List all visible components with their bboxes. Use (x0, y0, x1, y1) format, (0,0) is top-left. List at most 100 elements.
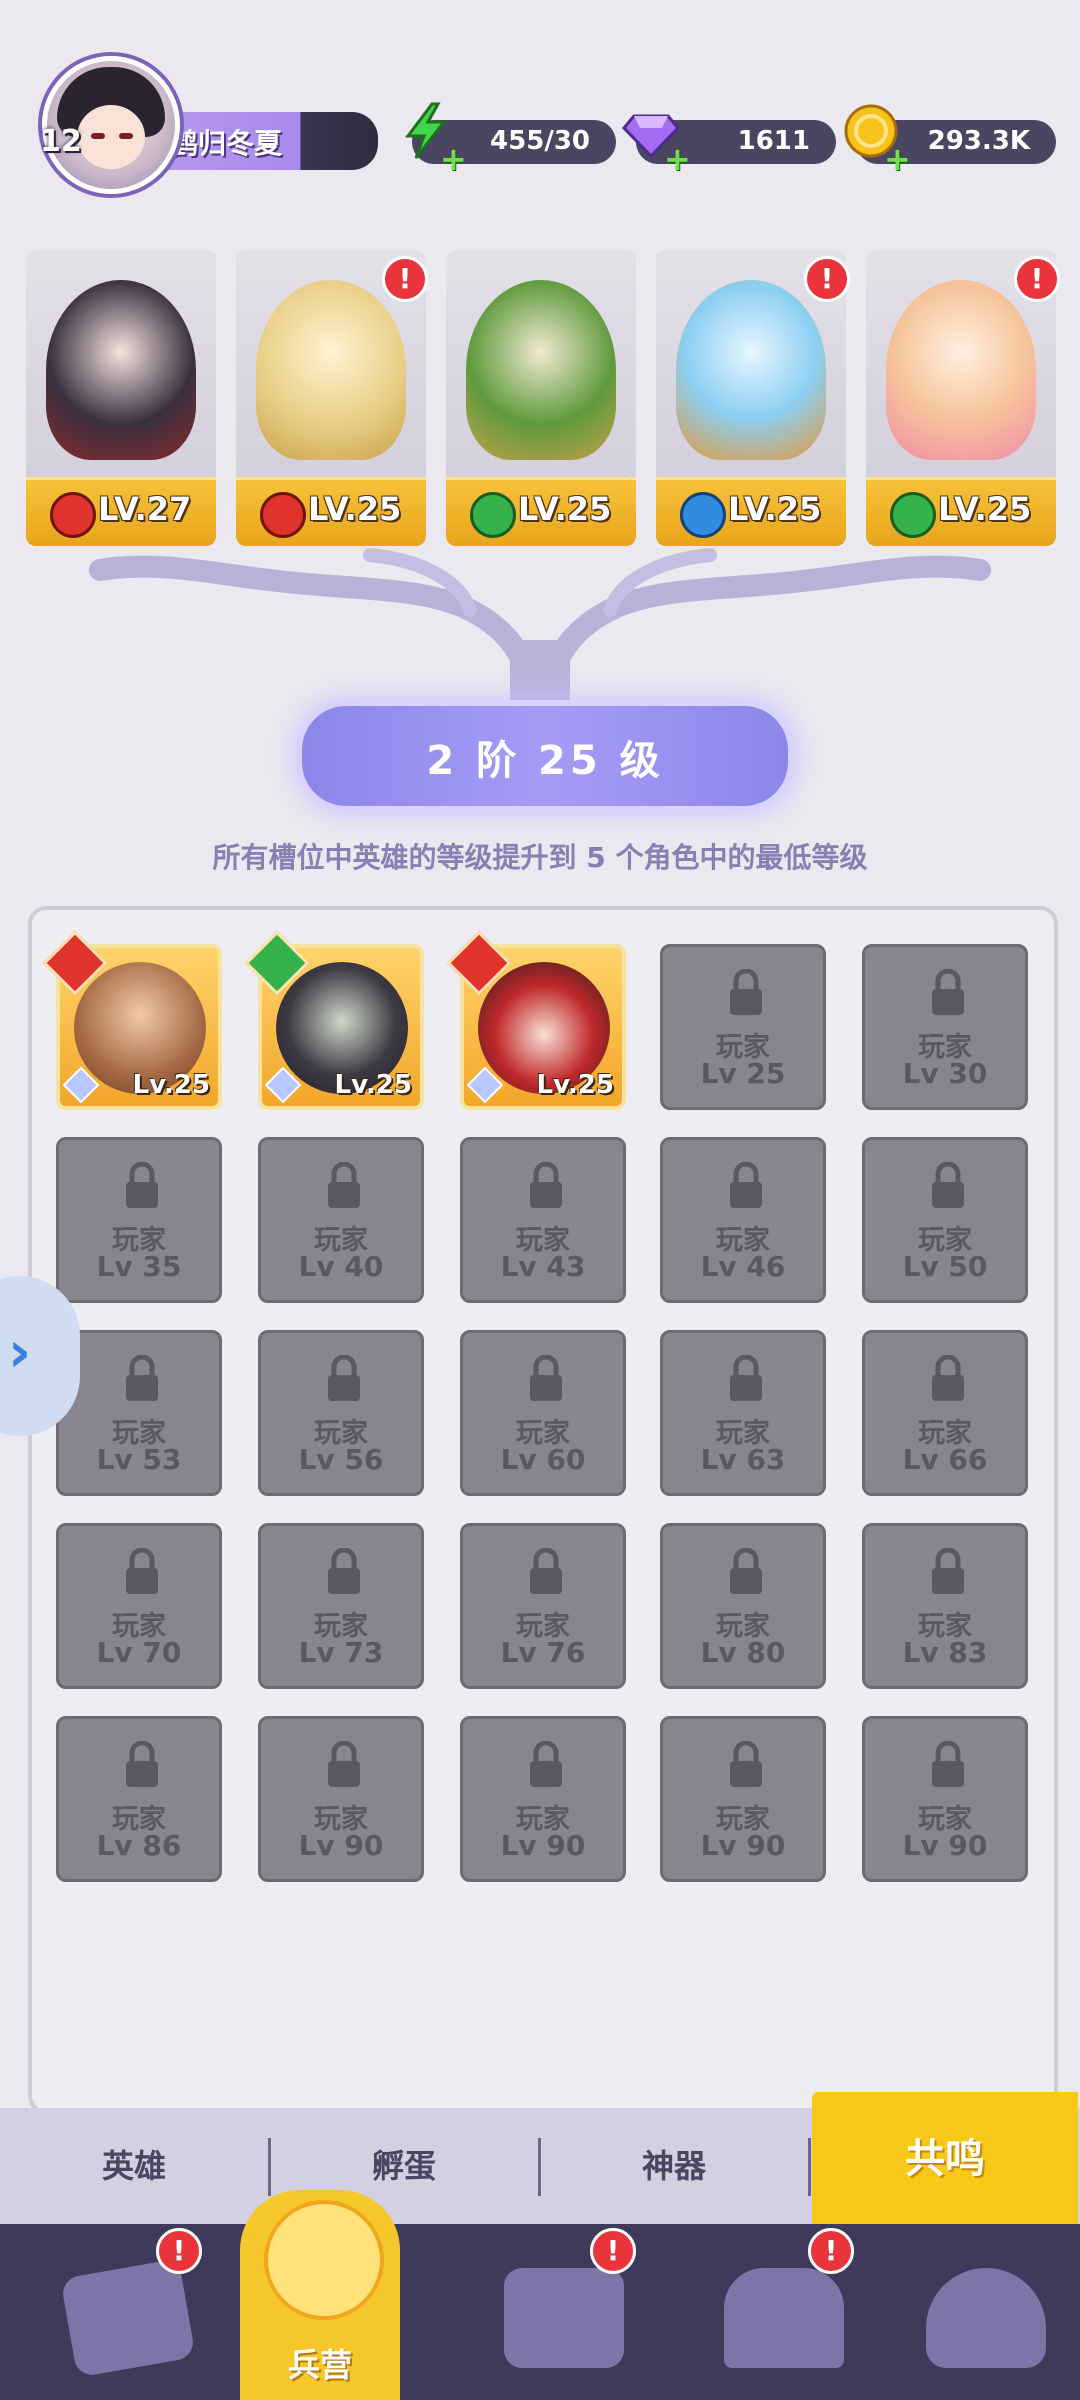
locked-slot[interactable]: 玩家 Lv 76 (460, 1523, 626, 1689)
locked-slot[interactable]: 玩家 Lv 25 (660, 944, 826, 1110)
side-expand-tab[interactable]: › (0, 1276, 80, 1436)
hero-slot[interactable]: Lv.25 (244, 930, 424, 1110)
hero-level: LV.27 (98, 490, 192, 528)
hero-level: LV.25 (308, 490, 402, 528)
hero-level: LV.25 (518, 490, 612, 528)
locked-slot[interactable]: 玩家 Lv 46 (660, 1137, 826, 1303)
nav-mushroom[interactable] (878, 2224, 1080, 2400)
locked-slot[interactable]: 玩家 Lv 63 (660, 1330, 826, 1496)
coins-counter[interactable]: + 293.3K (844, 104, 1056, 178)
locked-slot-level: Lv 25 (700, 1057, 786, 1090)
locked-slot-level: Lv 90 (700, 1829, 786, 1862)
lock-icon (530, 1741, 562, 1787)
nav-temple[interactable] (676, 2224, 892, 2400)
locked-slot[interactable]: 玩家 Lv 73 (258, 1523, 424, 1689)
hero-slot[interactable]: Lv.25 (446, 930, 626, 1110)
gems-value: 1611 (737, 126, 810, 156)
lock-icon (932, 1548, 964, 1594)
lock-icon (126, 1162, 158, 1208)
hero-card[interactable]: LV.25 (446, 250, 636, 546)
lock-icon (730, 969, 762, 1015)
nav-map[interactable] (456, 2224, 672, 2400)
locked-slot[interactable]: 玩家 Lv 60 (460, 1330, 626, 1496)
locked-slot[interactable]: 玩家 Lv 90 (258, 1716, 424, 1882)
map-icon (504, 2268, 624, 2368)
rank-description: 所有槽位中英雄的等级提升到 5 个角色中的最低等级 (212, 841, 868, 874)
hero-portrait (256, 280, 406, 460)
cards-icon (60, 2258, 196, 2378)
lock-icon (932, 1162, 964, 1208)
locked-slot[interactable]: 玩家 Lv 86 (56, 1716, 222, 1882)
locked-slot-level: Lv 76 (500, 1636, 586, 1669)
water-element-icon (680, 492, 726, 538)
locked-slot[interactable]: 玩家 Lv 80 (660, 1523, 826, 1689)
locked-slot[interactable]: 玩家 Lv 56 (258, 1330, 424, 1496)
locked-slot[interactable]: 玩家 Lv 83 (862, 1523, 1028, 1689)
hero-portrait (46, 280, 196, 460)
hero-level-band: LV.25 (446, 477, 636, 546)
hero-level: LV.25 (938, 490, 1032, 528)
tab-divider (808, 2138, 811, 2196)
lock-icon (126, 1548, 158, 1594)
gems-counter[interactable]: + 1611 (622, 114, 836, 178)
energy-counter[interactable]: + 455/30 (405, 102, 616, 178)
barracks-icon (264, 2200, 384, 2320)
fire-element-icon (260, 492, 306, 538)
locked-slot[interactable]: 玩家 Lv 90 (660, 1716, 826, 1882)
locked-slot-level: Lv 90 (500, 1829, 586, 1862)
player-name: 鹤归冬夏 (170, 127, 283, 160)
locked-slot-level: Lv 90 (298, 1829, 384, 1862)
locked-slot-level: Lv 63 (700, 1443, 786, 1476)
lock-icon (730, 1355, 762, 1401)
plus-icon[interactable]: + (884, 140, 911, 178)
alert-icon: ! (156, 2228, 202, 2274)
nav-barracks-label: 兵营 (287, 2346, 352, 2384)
tab-heroes[interactable]: 英雄 (0, 2108, 268, 2224)
lock-icon (530, 1355, 562, 1401)
hero-level-band: LV.27 (26, 477, 216, 546)
locked-slot-level: Lv 86 (96, 1829, 182, 1862)
hero-card[interactable]: LV.27 (26, 250, 216, 546)
locked-slot-level: Lv 73 (298, 1636, 384, 1669)
coins-value: 293.3K (927, 126, 1030, 156)
locked-slot[interactable]: 玩家 Lv 43 (460, 1137, 626, 1303)
hero-slot-level: Lv.25 (132, 1070, 210, 1100)
locked-slot[interactable]: 玩家 Lv 53 (56, 1330, 222, 1496)
locked-slot[interactable]: 玩家 Lv 35 (56, 1137, 222, 1303)
hero-level: LV.25 (728, 490, 822, 528)
hero-level-band: LV.25 (866, 477, 1056, 546)
rank-banner: 2 阶 25 级 (296, 700, 794, 812)
rank-title: 2 阶 25 级 (426, 738, 664, 784)
locked-slot[interactable]: 玩家 Lv 40 (258, 1137, 424, 1303)
locked-slot[interactable]: 玩家 Lv 30 (862, 944, 1028, 1110)
lock-icon (126, 1741, 158, 1787)
plus-icon[interactable]: + (664, 140, 691, 178)
locked-slot[interactable]: 玩家 Lv 50 (862, 1137, 1028, 1303)
nav-barracks[interactable]: 兵营 (240, 2190, 400, 2400)
locked-slot[interactable]: 玩家 Lv 90 (862, 1716, 1028, 1882)
lock-icon (530, 1548, 562, 1594)
alert-icon: ! (804, 256, 850, 302)
locked-slot[interactable]: 玩家 Lv 90 (460, 1716, 626, 1882)
nav-cards[interactable] (20, 2224, 236, 2400)
hero-portrait (886, 280, 1036, 460)
tab-resonance[interactable]: 共鸣 (812, 2092, 1078, 2226)
lock-icon (932, 1741, 964, 1787)
lock-icon (730, 1741, 762, 1787)
locked-slot-level: Lv 40 (298, 1250, 384, 1283)
alert-icon: ! (590, 2228, 636, 2274)
hero-slot-level: Lv.25 (536, 1070, 614, 1100)
locked-slot-level: Lv 83 (902, 1636, 988, 1669)
locked-slot-level: Lv 50 (902, 1250, 988, 1283)
locked-slot[interactable]: 玩家 Lv 70 (56, 1523, 222, 1689)
locked-slot-level: Lv 35 (96, 1250, 182, 1283)
fire-element-icon (50, 492, 96, 538)
lock-icon (730, 1162, 762, 1208)
plus-icon[interactable]: + (440, 140, 467, 178)
locked-slot[interactable]: 玩家 Lv 66 (862, 1330, 1028, 1496)
hero-slot[interactable]: Lv.25 (42, 930, 222, 1110)
locked-slot-level: Lv 30 (902, 1057, 988, 1090)
tab-artifacts[interactable]: 神器 (540, 2108, 808, 2224)
lock-icon (328, 1162, 360, 1208)
lock-icon (932, 1355, 964, 1401)
